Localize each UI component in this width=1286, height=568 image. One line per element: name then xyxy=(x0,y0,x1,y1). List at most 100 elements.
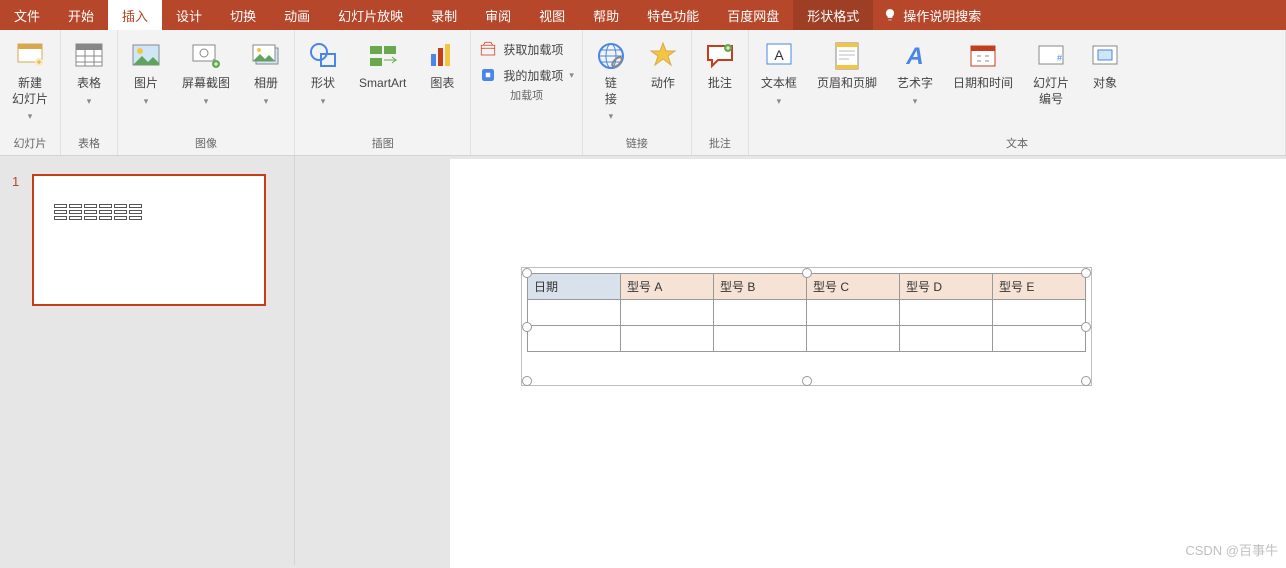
resize-handle-ml[interactable] xyxy=(522,322,532,332)
photo-album-label: 相册 xyxy=(254,76,278,92)
smartart-button[interactable]: SmartArt xyxy=(355,38,410,94)
tab-features[interactable]: 特色功能 xyxy=(633,0,713,30)
get-addins-label: 获取加载项 xyxy=(503,41,563,58)
store-icon xyxy=(479,40,497,58)
tab-slideshow[interactable]: 幻灯片放映 xyxy=(324,0,417,30)
slide-number-icon: # xyxy=(1035,40,1067,72)
group-text: A 文本框▾ 页眉和页脚 A 艺术字▾ 日期和时间 # 幻灯片编号 对象 xyxy=(749,30,1286,155)
comment-label: 批注 xyxy=(708,76,732,92)
lightbulb-icon xyxy=(883,8,897,22)
comment-icon xyxy=(704,40,736,72)
table-icon xyxy=(73,40,105,72)
data-table[interactable]: 日期 型号 A 型号 B 型号 C 型号 D 型号 E xyxy=(527,273,1086,352)
table-row[interactable] xyxy=(528,326,1086,352)
date-time-button[interactable]: 日期和时间 xyxy=(949,38,1017,94)
shapes-label: 形状 xyxy=(311,76,335,92)
chart-button[interactable]: 图表 xyxy=(422,38,462,94)
wordart-icon: A xyxy=(899,40,931,72)
tab-insert[interactable]: 插入 xyxy=(108,0,162,30)
header-cell[interactable]: 日期 xyxy=(528,274,621,300)
tell-me-search[interactable]: 操作说明搜索 xyxy=(873,0,991,30)
tab-file[interactable]: 文件 xyxy=(0,0,54,30)
header-cell[interactable]: 型号 E xyxy=(993,274,1086,300)
tab-shape-format[interactable]: 形状格式 xyxy=(793,0,873,30)
wordart-button[interactable]: A 艺术字▾ xyxy=(893,38,937,109)
photo-album-icon xyxy=(250,40,282,72)
tab-animations[interactable]: 动画 xyxy=(270,0,324,30)
screenshot-label: 屏幕截图 xyxy=(182,76,230,92)
header-footer-button[interactable]: 页眉和页脚 xyxy=(813,38,881,94)
date-time-label: 日期和时间 xyxy=(953,76,1013,92)
group-comments-label: 批注 xyxy=(700,132,740,155)
group-illustrations: 形状▾ SmartArt 图表 插图 xyxy=(295,30,471,155)
textbox-button[interactable]: A 文本框▾ xyxy=(757,38,801,109)
resize-handle-mr[interactable] xyxy=(1081,322,1091,332)
object-button[interactable]: 对象 xyxy=(1085,38,1125,94)
resize-handle-tl[interactable] xyxy=(522,268,532,278)
mini-table-preview xyxy=(52,202,144,222)
textbox-label: 文本框 xyxy=(761,76,797,92)
svg-text:#: # xyxy=(1057,53,1062,63)
slide-thumbnail-1[interactable]: 1 xyxy=(12,174,282,306)
group-illustrations-label: 插图 xyxy=(303,132,462,155)
tab-home[interactable]: 开始 xyxy=(54,0,108,30)
group-links: 链接▾ 动作 链接 xyxy=(583,30,692,155)
screenshot-button[interactable]: 屏幕截图▾ xyxy=(178,38,234,109)
group-text-label: 文本 xyxy=(757,132,1277,155)
action-button[interactable]: 动作 xyxy=(643,38,683,94)
resize-handle-bm[interactable] xyxy=(802,376,812,386)
header-cell[interactable]: 型号 B xyxy=(714,274,807,300)
slide-thumbnail[interactable] xyxy=(32,174,266,306)
slide-number-label: 幻灯片编号 xyxy=(1033,76,1069,107)
search-label: 操作说明搜索 xyxy=(903,6,981,25)
header-cell[interactable]: 型号 D xyxy=(900,274,993,300)
slide[interactable]: 日期 型号 A 型号 B 型号 C 型号 D 型号 E xyxy=(450,159,1286,568)
wordart-label: 艺术字 xyxy=(897,76,933,92)
comment-button[interactable]: 批注 xyxy=(700,38,740,94)
tab-review[interactable]: 审阅 xyxy=(471,0,525,30)
table-row[interactable] xyxy=(528,300,1086,326)
header-cell[interactable]: 型号 A xyxy=(621,274,714,300)
resize-handle-br[interactable] xyxy=(1081,376,1091,386)
shapes-button[interactable]: 形状▾ xyxy=(303,38,343,109)
shapes-icon xyxy=(307,40,339,72)
slide-thumbnails-panel[interactable]: 1 xyxy=(0,156,295,565)
resize-handle-bl[interactable] xyxy=(522,376,532,386)
picture-button[interactable]: 图片▾ xyxy=(126,38,166,109)
action-label: 动作 xyxy=(651,76,675,92)
group-comments: 批注 批注 xyxy=(692,30,749,155)
tab-help[interactable]: 帮助 xyxy=(579,0,633,30)
tab-record[interactable]: 录制 xyxy=(417,0,471,30)
smartart-label: SmartArt xyxy=(359,76,406,92)
selected-table-shape[interactable]: 日期 型号 A 型号 B 型号 C 型号 D 型号 E xyxy=(527,273,1086,352)
get-addins-button[interactable]: 获取加载项 xyxy=(479,40,574,58)
new-slide-icon xyxy=(14,40,46,72)
link-label: 链接 xyxy=(605,76,617,107)
table-label: 表格 xyxy=(77,76,101,92)
object-icon xyxy=(1089,40,1121,72)
link-button[interactable]: 链接▾ xyxy=(591,38,631,125)
resize-handle-tr[interactable] xyxy=(1081,268,1091,278)
tab-view[interactable]: 视图 xyxy=(525,0,579,30)
group-tables: 表格▾ 表格 xyxy=(61,30,118,155)
tab-transitions[interactable]: 切换 xyxy=(216,0,270,30)
new-slide-button[interactable]: 新建幻灯片▾ xyxy=(8,38,52,125)
picture-label: 图片 xyxy=(134,76,158,92)
tab-design[interactable]: 设计 xyxy=(162,0,216,30)
slide-number-button[interactable]: # 幻灯片编号 xyxy=(1029,38,1073,109)
svg-text:A: A xyxy=(774,47,784,63)
group-images: 图片▾ 屏幕截图▾ 相册▾ 图像 xyxy=(118,30,295,155)
resize-handle-tm[interactable] xyxy=(802,268,812,278)
table-button[interactable]: 表格▾ xyxy=(69,38,109,109)
slide-canvas-area[interactable]: 日期 型号 A 型号 B 型号 C 型号 D 型号 E xyxy=(295,156,1286,565)
group-slides: 新建幻灯片▾ 幻灯片 xyxy=(0,30,61,155)
tab-baidu[interactable]: 百度网盘 xyxy=(713,0,793,30)
workspace: 1 日期 型号 A 型号 B 型号 C 型号 D xyxy=(0,156,1286,565)
header-cell[interactable]: 型号 C xyxy=(807,274,900,300)
chart-icon xyxy=(426,40,458,72)
my-addins-button[interactable]: 我的加载项 ▾ xyxy=(479,66,574,84)
picture-icon xyxy=(130,40,162,72)
group-addins: 获取加载项 我的加载项 ▾ 加载项 xyxy=(471,30,583,155)
photo-album-button[interactable]: 相册▾ xyxy=(246,38,286,109)
action-icon xyxy=(647,40,679,72)
